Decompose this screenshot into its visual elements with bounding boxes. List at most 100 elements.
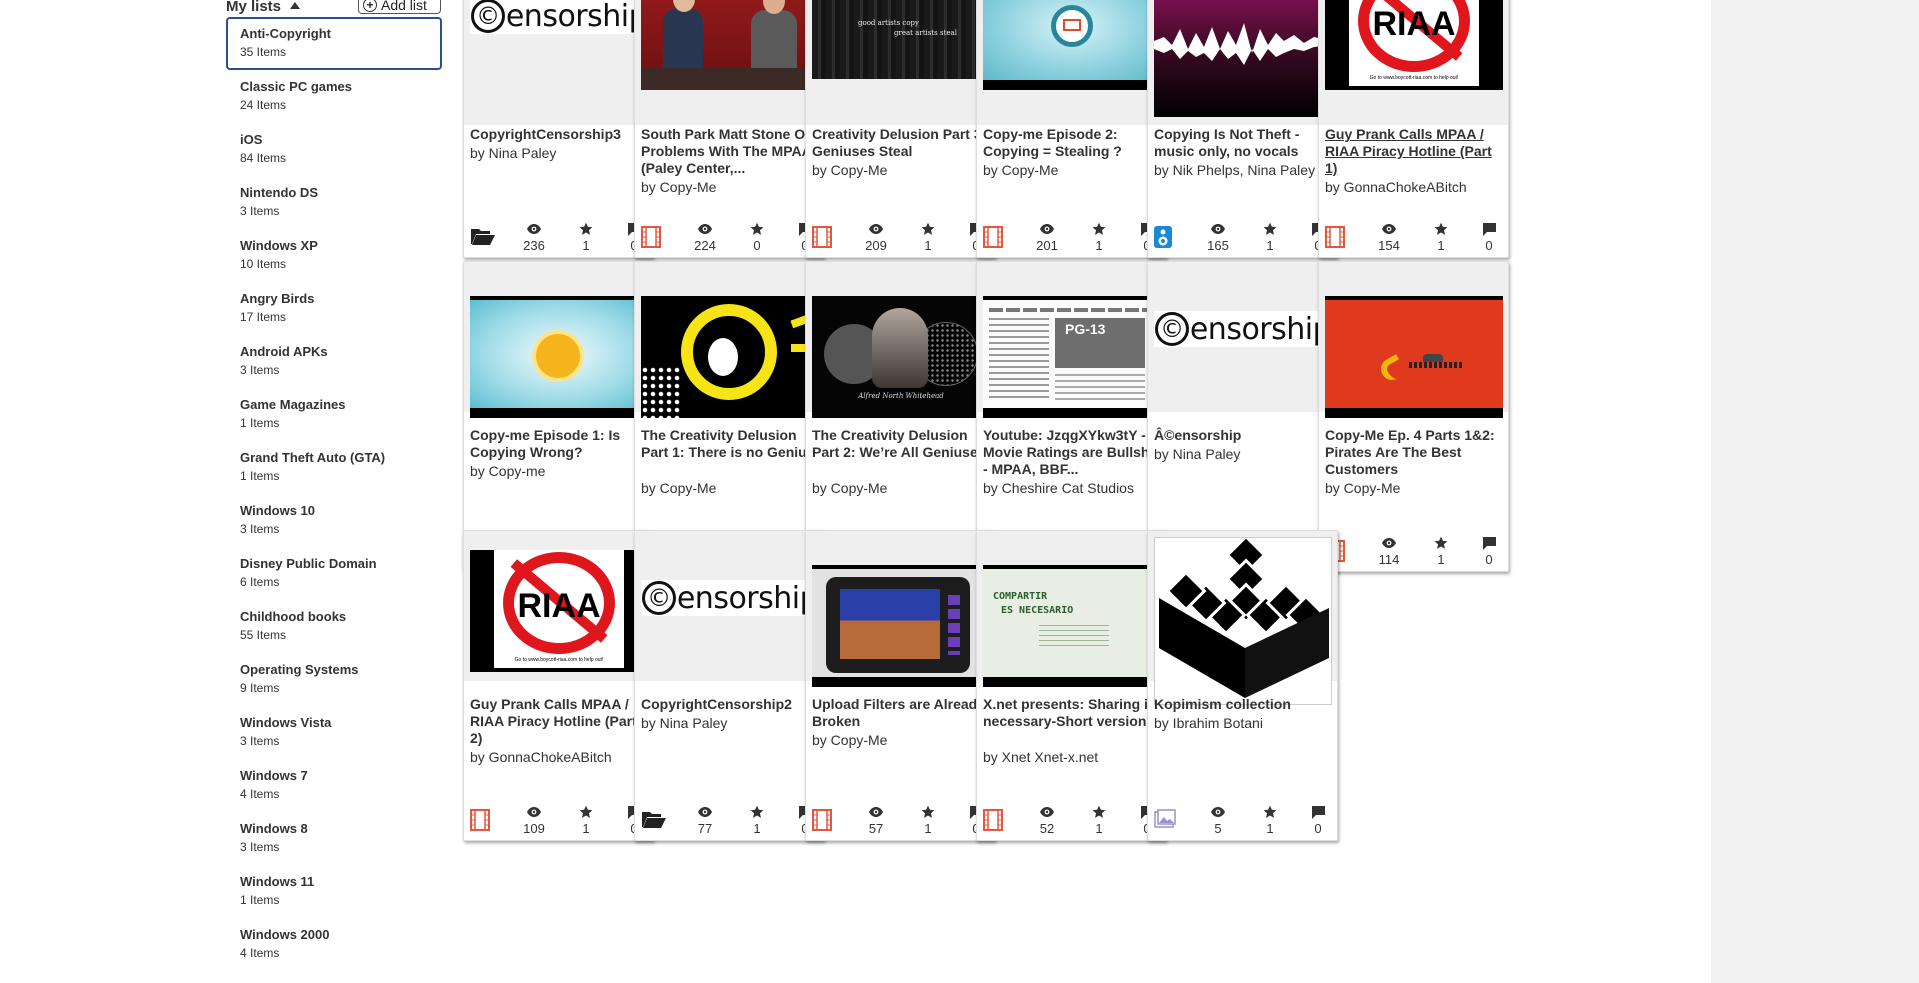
list-item[interactable]: Anti-Copyright 35 Items bbox=[226, 17, 442, 70]
views-count: 154 bbox=[1378, 238, 1400, 253]
item-tile[interactable]: © ensorship CopyrightCensorship3 by Nina Pa… bbox=[463, 0, 654, 258]
item-thumbnail[interactable] bbox=[1148, 531, 1337, 705]
list-item[interactable]: Windows 8 3 Items bbox=[226, 812, 442, 865]
whitehead-frame: Alfred North Whitehead bbox=[812, 296, 990, 418]
item-title[interactable]: Guy Prank Calls MPAA / RIAA Piracy Hotli… bbox=[470, 696, 650, 747]
item-thumbnail[interactable] bbox=[635, 0, 824, 125]
item-title[interactable]: Copy-Me Ep. 4 Parts 1&2: Pirates Are The… bbox=[1325, 427, 1505, 478]
item-tile[interactable]: South Park Matt Stone On Problems With T… bbox=[634, 0, 825, 258]
item-creator[interactable]: by Copy-me bbox=[470, 463, 650, 479]
item-creator[interactable]: by Copy-Me bbox=[1325, 480, 1505, 496]
item-title[interactable]: CopyrightCensorship2 bbox=[641, 696, 821, 713]
item-thumbnail[interactable]: PG-13 bbox=[977, 262, 1166, 418]
list-item[interactable]: Nintendo DS 3 Items bbox=[226, 176, 442, 229]
item-thumbnail[interactable] bbox=[806, 531, 995, 687]
add-list-button[interactable]: + Add list bbox=[358, 0, 441, 14]
item-creator[interactable]: by Copy-Me bbox=[812, 732, 992, 748]
item-creator[interactable]: by Copy-Me bbox=[641, 179, 821, 195]
item-thumbnail[interactable]: © ensorship bbox=[1148, 262, 1337, 412]
list-item[interactable]: Windows 11 1 Items bbox=[226, 865, 442, 918]
item-title[interactable]: Kopimism collection bbox=[1154, 696, 1334, 713]
list-item[interactable]: Childhood books 55 Items bbox=[226, 600, 442, 653]
item-creator[interactable]: by Ibrahim Botani bbox=[1154, 715, 1334, 731]
item-creator[interactable]: by Nina Paley bbox=[1154, 446, 1334, 462]
item-tile[interactable]: The Creativity Delusion Part 1: There is… bbox=[634, 261, 825, 572]
list-item[interactable]: Android APKs 3 Items bbox=[226, 335, 442, 388]
list-count: 3 Items bbox=[240, 204, 280, 218]
item-creator[interactable]: by Cheshire Cat Studios bbox=[983, 480, 1163, 496]
item-tile[interactable]: RIAA Go to www.boycott-riaa.com to help … bbox=[463, 530, 654, 841]
item-title[interactable]: South Park Matt Stone On Problems With T… bbox=[641, 126, 821, 177]
item-creator[interactable]: by Nik Phelps, Nina Paley bbox=[1154, 162, 1334, 178]
item-title[interactable]: The Creativity Delusion Part 1: There is… bbox=[641, 427, 821, 461]
views-count: 77 bbox=[697, 821, 713, 836]
list-item[interactable]: Windows XP 10 Items bbox=[226, 229, 442, 282]
item-stats: 114 1 0 bbox=[1319, 535, 1508, 569]
item-thumbnail[interactable] bbox=[464, 262, 653, 418]
item-title[interactable]: Â©ensorship bbox=[1154, 427, 1334, 444]
sort-caret-up-icon[interactable] bbox=[290, 2, 300, 9]
item-thumbnail[interactable]: RIAA Go to www.boycott-riaa.com to help … bbox=[464, 531, 653, 681]
list-item[interactable]: Windows Vista 3 Items bbox=[226, 706, 442, 759]
item-creator[interactable]: by GonnaChokeABitch bbox=[470, 749, 650, 765]
list-item[interactable]: iOS 84 Items bbox=[226, 123, 442, 176]
list-item[interactable]: Grand Theft Auto (GTA) 1 Items bbox=[226, 441, 442, 494]
item-tile[interactable]: Copying Is Not Theft - music only, no vo… bbox=[1147, 0, 1338, 258]
item-thumbnail[interactable] bbox=[1319, 262, 1508, 418]
my-lists-title[interactable]: My lists bbox=[226, 0, 281, 15]
item-thumbnail[interactable]: good artists copy great artists steal bbox=[806, 0, 995, 125]
item-tile[interactable]: good artists copy great artists steal Cre… bbox=[805, 0, 996, 258]
item-tile[interactable]: Upload Filters are Already Broken by Copy… bbox=[805, 530, 996, 841]
eye-icon bbox=[1198, 221, 1238, 237]
item-creator[interactable]: by GonnaChokeABitch bbox=[1325, 179, 1505, 195]
item-title[interactable]: Copy-me Episode 2: Copying = Stealing ? bbox=[983, 126, 1163, 160]
item-tile[interactable]: Copy-me Episode 2: Copying = Stealing ? b… bbox=[976, 0, 1167, 258]
pg13-article: PG-13 bbox=[983, 296, 1161, 418]
item-title[interactable]: Copying Is Not Theft - music only, no vo… bbox=[1154, 126, 1334, 160]
item-tile[interactable]: Alfred North Whitehead The Creativity Del… bbox=[805, 261, 996, 572]
item-creator[interactable]: by Copy-Me bbox=[983, 162, 1163, 178]
item-title[interactable]: X.net presents: Sharing is necessary-Sho… bbox=[983, 696, 1163, 730]
item-title[interactable]: Guy Prank Calls MPAA / RIAA Piracy Hotli… bbox=[1325, 126, 1505, 177]
list-item[interactable]: Windows 7 4 Items bbox=[226, 759, 442, 812]
item-title[interactable]: The Creativity Delusion Part 2: We’re Al… bbox=[812, 427, 992, 461]
item-title[interactable]: Creativity Delusion Part 3: Geniuses Ste… bbox=[812, 126, 992, 160]
list-item[interactable]: Disney Public Domain 6 Items bbox=[226, 547, 442, 600]
item-tile[interactable]: RIAA Go to www.boycott-riaa.com to help … bbox=[1318, 0, 1509, 258]
list-item[interactable]: Windows 2000 4 Items bbox=[226, 918, 442, 971]
item-tile[interactable]: ©ensorshipÂ©ensorshipby Nina Paley 114 1… bbox=[1147, 261, 1338, 572]
item-thumbnail[interactable] bbox=[1148, 0, 1337, 125]
item-thumbnail[interactable] bbox=[635, 262, 824, 418]
item-tile[interactable]: © ensorship CopyrightCensorship2 by Nina Pa… bbox=[634, 530, 825, 841]
item-tile[interactable]: PG-13 Youtube: JzqgXYkw3tY - Movie Ratin… bbox=[976, 261, 1167, 572]
item-title[interactable]: Youtube: JzqgXYkw3tY - Movie Ratings are… bbox=[983, 427, 1163, 478]
item-thumbnail[interactable] bbox=[977, 0, 1166, 125]
item-thumbnail[interactable]: © ensorship bbox=[464, 0, 653, 125]
item-creator[interactable]: by Nina Paley bbox=[470, 145, 650, 161]
views-count: 5 bbox=[1214, 821, 1222, 836]
item-thumbnail[interactable]: Alfred North Whitehead bbox=[806, 262, 995, 418]
item-tile[interactable]: Copy-me Episode 1: Is Copying Wrong? by C… bbox=[463, 261, 654, 572]
list-item[interactable]: Game Magazines 1 Items bbox=[226, 388, 442, 441]
item-thumbnail[interactable]: © ensorship bbox=[635, 531, 824, 681]
item-creator[interactable]: by Copy-Me bbox=[812, 480, 992, 496]
item-title[interactable]: CopyrightCensorship3 bbox=[470, 126, 650, 143]
item-creator[interactable]: by Xnet Xnet-x.net bbox=[983, 749, 1163, 765]
xnet-text-1: COMPARTIR bbox=[993, 591, 1048, 602]
list-item[interactable]: Classic PC games 24 Items bbox=[226, 70, 442, 123]
item-creator[interactable]: by Copy-Me bbox=[641, 480, 821, 496]
item-thumbnail[interactable]: COMPARTIR ES NECESARIO bbox=[977, 531, 1166, 687]
item-creator[interactable]: by Nina Paley bbox=[641, 715, 821, 731]
item-title[interactable]: Upload Filters are Already Broken bbox=[812, 696, 992, 730]
item-creator[interactable]: by Copy-Me bbox=[812, 162, 992, 178]
list-item[interactable]: Operating Systems 9 Items bbox=[226, 653, 442, 706]
list-item[interactable]: Angry Birds 17 Items bbox=[226, 282, 442, 335]
comments-count: 0 bbox=[1485, 238, 1493, 253]
list-item[interactable]: Windows 10 3 Items bbox=[226, 494, 442, 547]
whitehead-caption: Alfred North Whitehead bbox=[858, 392, 944, 400]
item-tile[interactable]: Copy-Me Ep. 4 Parts 1&2: Pirates Are The… bbox=[1318, 261, 1509, 572]
item-tile[interactable]: Kopimism collection by Ibrahim Botani 5 1… bbox=[1147, 530, 1338, 841]
item-title[interactable]: Copy-me Episode 1: Is Copying Wrong? bbox=[470, 427, 650, 461]
item-tile[interactable]: COMPARTIR ES NECESARIO X.net presents: S… bbox=[976, 530, 1167, 841]
item-thumbnail[interactable]: RIAA Go to www.boycott-riaa.com to help … bbox=[1319, 0, 1508, 125]
